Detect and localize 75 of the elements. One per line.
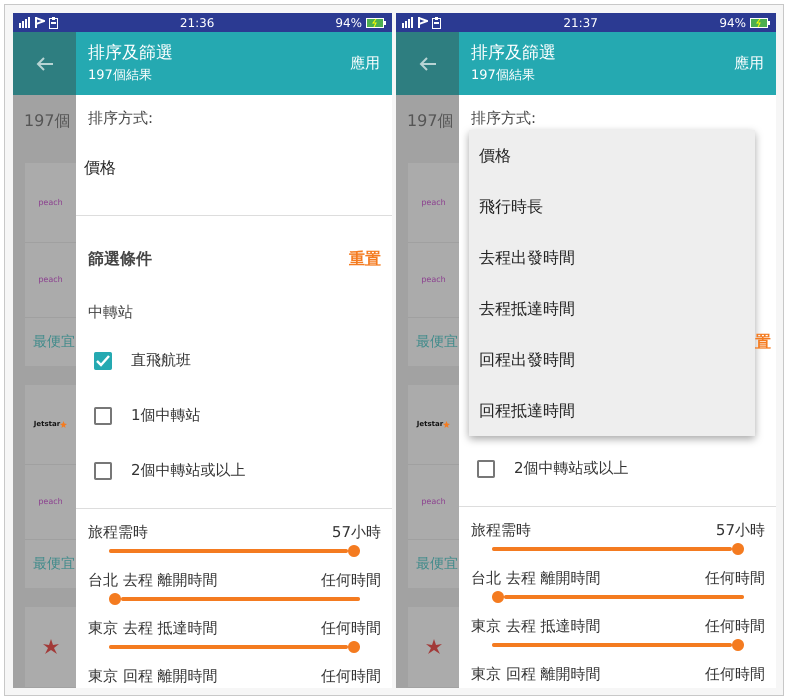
signal-icon: [19, 17, 31, 28]
slider-label: 台北 去程 離開時間: [471, 568, 601, 589]
panel-title: 排序及篩選: [471, 42, 556, 64]
checkbox-label: 2個中轉站或以上: [514, 458, 629, 480]
result-subtitle: 197個結果: [88, 67, 153, 85]
flower-icon: [40, 637, 60, 657]
tag-label: 最便宜: [415, 554, 459, 574]
slider-label: 旅程需時: [471, 520, 531, 541]
slider-label: 東京 去程 抵達時間: [471, 616, 601, 637]
slider-thumb[interactable]: [492, 591, 504, 603]
airline-logo: peach: [421, 274, 446, 286]
slider-thumb[interactable]: [732, 639, 744, 651]
star-icon: [60, 421, 68, 428]
tag-label: 最便宜: [32, 554, 76, 574]
airline-logo: peach: [38, 496, 63, 508]
battery-percentage: 94%: [335, 14, 362, 32]
menu-item[interactable]: 飛行時長: [469, 181, 755, 232]
slider-value: 任何時間: [321, 666, 381, 687]
tag-label: 最便宜: [415, 332, 459, 352]
airline-logo: peach: [38, 274, 63, 286]
slider-value: 任何時間: [321, 618, 381, 639]
slider-thumb[interactable]: [732, 543, 744, 555]
menu-item[interactable]: 回程抵達時間: [469, 385, 755, 436]
menu-item[interactable]: 去程抵達時間: [469, 283, 755, 334]
slider-label: 東京 去程 抵達時間: [88, 618, 218, 639]
checkbox[interactable]: [94, 352, 112, 370]
result-count: 197個: [406, 110, 455, 132]
result-subtitle: 197個結果: [471, 67, 536, 85]
slider-label: 旅程需時: [88, 522, 148, 543]
slider-thumb[interactable]: [348, 545, 360, 557]
section-label: 中轉站: [87, 302, 134, 323]
battery-percentage: 94%: [719, 14, 746, 32]
checkbox[interactable]: [94, 406, 112, 424]
slider-label: 東京 回程 離開時間: [471, 664, 601, 685]
back-icon[interactable]: [418, 56, 436, 72]
sort-label: 排序方式:: [87, 108, 154, 129]
slider-thumb[interactable]: [348, 641, 360, 653]
sort-label: 排序方式:: [470, 108, 538, 129]
airline-logo: peach: [38, 196, 63, 208]
status-time: 21:37: [562, 14, 599, 32]
star-icon: [443, 421, 450, 428]
slider-value: 任何時間: [705, 616, 765, 637]
flag-icon: [35, 17, 45, 28]
slider-value: 57小時: [332, 522, 381, 543]
filter-heading: 篩選條件: [88, 248, 152, 270]
flower-icon: [424, 637, 444, 657]
menu-item[interactable]: 去程出發時間: [469, 232, 755, 283]
slider-label: 台北 去程 離開時間: [88, 570, 218, 591]
battery-icon: [750, 18, 770, 28]
slider-value: 任何時間: [321, 570, 381, 591]
checkbox[interactable]: [477, 460, 495, 478]
checkbox-label: 直飛航班: [131, 350, 191, 372]
back-icon[interactable]: [36, 56, 54, 72]
airline-logo: peach: [421, 196, 446, 208]
clipboard-icon: [49, 16, 58, 28]
signal-icon: [402, 17, 414, 28]
airline-logo: peach: [421, 496, 446, 508]
tag-label: 最便宜: [32, 332, 76, 352]
slider-value: 任何時間: [705, 568, 765, 589]
slider-value: 任何時間: [705, 664, 765, 685]
result-count: 197個: [23, 110, 72, 132]
clipboard-icon: [432, 16, 441, 28]
slider-label: 東京 回程 離開時間: [88, 666, 218, 687]
sort-value[interactable]: 價格: [76, 157, 392, 179]
panel-title: 排序及篩選: [88, 42, 173, 64]
checkbox[interactable]: [94, 462, 112, 480]
slider-value: 57小時: [716, 520, 765, 541]
battery-icon: [366, 18, 386, 28]
slider-thumb[interactable]: [109, 593, 121, 605]
checkbox-label: 2個中轉站或以上: [131, 460, 246, 482]
menu-item[interactable]: 價格: [469, 130, 755, 181]
menu-item[interactable]: 回程出發時間: [469, 334, 755, 385]
status-time: 21:36: [178, 14, 216, 32]
flag-icon: [418, 17, 428, 28]
checkbox-label: 1個中轉站: [131, 405, 201, 426]
